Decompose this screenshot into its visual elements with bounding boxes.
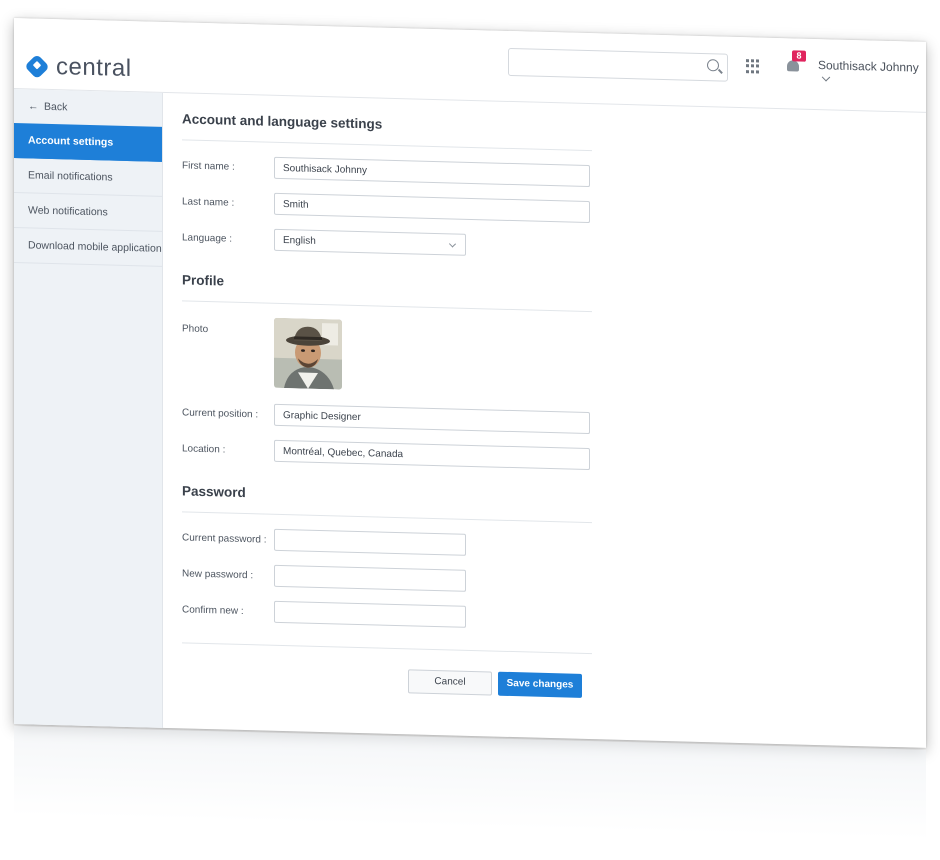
profile-photo-image <box>274 317 342 390</box>
section-divider <box>182 511 592 524</box>
language-value: English <box>283 235 316 247</box>
save-changes-button[interactable]: Save changes <box>498 671 582 698</box>
photo-label: Photo <box>182 323 209 336</box>
profile-section-title: Profile <box>182 272 225 289</box>
confirm-password-label: Confirm new : <box>182 603 244 617</box>
sidebar-item-account-settings[interactable]: Account settings <box>14 123 162 162</box>
current-password-label: Current password : <box>182 531 267 546</box>
profile-photo[interactable] <box>274 317 342 390</box>
first-name-row: First name : Southisack Johnny <box>182 154 592 188</box>
arrow-left-icon: ← <box>28 100 39 113</box>
new-password-label: New password : <box>182 567 254 581</box>
location-row: Location : Montréal, Quebec, Canada <box>182 437 592 471</box>
back-link[interactable]: ← Back <box>14 89 162 127</box>
chevron-down-icon <box>821 73 831 82</box>
central-logo-icon <box>24 53 50 80</box>
cancel-button[interactable]: Cancel <box>408 669 492 696</box>
account-section-title: Account and language settings <box>182 111 383 132</box>
back-label: Back <box>44 100 68 114</box>
position-field[interactable]: Graphic Designer <box>274 403 590 435</box>
sidebar: ← Back Account settings Email notificatio… <box>14 89 163 733</box>
first-name-label: First name : <box>182 159 235 173</box>
confirm-password-row: Confirm new : <box>182 598 592 631</box>
password-section-title: Password <box>182 483 246 501</box>
user-name-label: Southisack Johnny <box>818 58 919 75</box>
position-row: Current position : Graphic Designer <box>182 401 592 435</box>
section-divider <box>182 300 592 313</box>
settings-form: Account and language settings First name… <box>182 93 592 704</box>
sidebar-item-download-mobile-application[interactable]: Download mobile application <box>14 228 162 267</box>
search-icon[interactable] <box>707 59 719 72</box>
logo[interactable]: central <box>24 52 132 83</box>
last-name-row: Last name : Smith <box>182 190 592 224</box>
notification-badge: 8 <box>792 50 806 62</box>
language-select[interactable]: English <box>274 228 466 256</box>
logo-text: central <box>56 53 132 83</box>
last-name-label: Last name : <box>182 195 235 209</box>
language-row: Language : English <box>182 226 592 259</box>
current-password-field[interactable] <box>274 528 466 556</box>
sidebar-item-email-notifications[interactable]: Email notifications <box>14 158 162 197</box>
photo-row: Photo <box>182 315 592 396</box>
new-password-field[interactable] <box>274 564 466 592</box>
apps-grid-icon[interactable] <box>746 59 760 74</box>
form-actions: Cancel Save changes <box>182 643 592 704</box>
user-menu[interactable]: Southisack Johnny <box>818 58 926 89</box>
location-label: Location : <box>182 442 226 456</box>
section-divider <box>182 139 592 152</box>
confirm-password-field[interactable] <box>274 600 466 628</box>
current-password-row: Current password : <box>182 526 592 559</box>
position-label: Current position : <box>182 406 259 420</box>
last-name-field[interactable]: Smith <box>274 192 590 224</box>
location-field[interactable]: Montréal, Quebec, Canada <box>274 439 590 471</box>
search-input[interactable] <box>508 47 728 82</box>
language-label: Language : <box>182 231 233 245</box>
app-window: central 8 Southisack Johnny ← Back Accoun… <box>14 18 926 748</box>
chevron-down-icon <box>448 240 457 248</box>
first-name-field[interactable]: Southisack Johnny <box>274 156 590 188</box>
new-password-row: New password : <box>182 562 592 595</box>
sidebar-item-web-notifications[interactable]: Web notifications <box>14 193 162 232</box>
